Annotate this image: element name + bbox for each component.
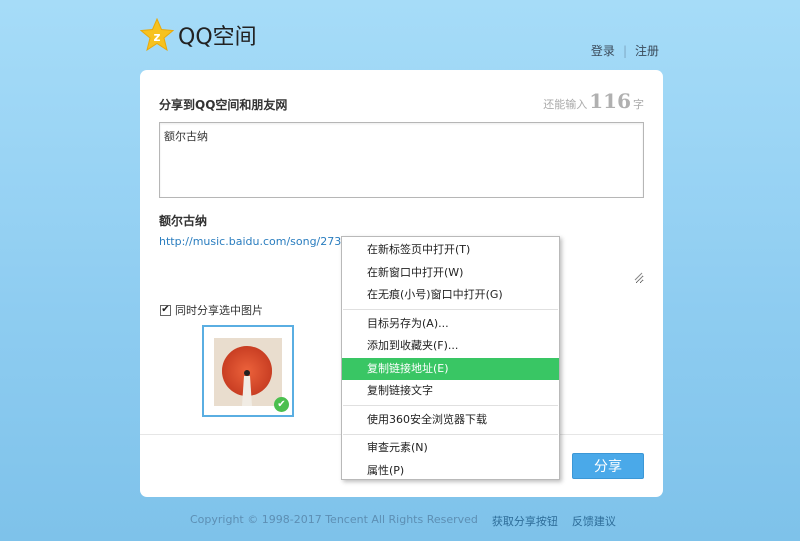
menu-save-target-as[interactable]: 目标另存为(A)... xyxy=(342,313,559,336)
menu-inspect-element[interactable]: 审查元素(N) xyxy=(342,437,559,460)
logo: z QQ空间 xyxy=(140,18,257,52)
copyright-text: Copyright © 1998-2017 Tencent All Rights… xyxy=(190,513,478,526)
album-art-icon xyxy=(214,338,282,406)
share-button[interactable]: 分享 xyxy=(572,453,644,479)
menu-open-incognito[interactable]: 在无痕(小号)窗口中打开(G) xyxy=(342,284,559,307)
logo-text: QQ空间 xyxy=(178,25,257,50)
counter-suffix: 字 xyxy=(633,98,644,111)
share-title: 分享到QQ空间和朋友网 xyxy=(159,98,288,112)
char-counter: 还能输入 116 字 xyxy=(543,89,644,113)
login-link[interactable]: 登录 xyxy=(591,42,615,59)
counter-value: 116 xyxy=(589,89,631,113)
song-title: 额尔古纳 xyxy=(159,214,208,228)
menu-separator xyxy=(343,405,558,406)
share-image-option[interactable]: ✔ 同时分享选中图片 xyxy=(160,302,263,318)
menu-download-360[interactable]: 使用360安全浏览器下载 xyxy=(342,409,559,432)
star-logo-icon: z xyxy=(140,18,174,52)
counter-prefix: 还能输入 xyxy=(543,98,588,111)
top-nav: 登录 | 注册 xyxy=(591,42,659,59)
resize-grip-icon[interactable] xyxy=(634,272,643,281)
share-text-input[interactable]: 额尔古纳 xyxy=(159,122,644,198)
share-image-label: 同时分享选中图片 xyxy=(175,304,263,317)
selected-image-thumbnail[interactable]: ✔ xyxy=(202,325,294,417)
album-art-image xyxy=(214,338,282,406)
selected-check-icon: ✔ xyxy=(274,397,289,412)
menu-open-new-window[interactable]: 在新窗口中打开(W) xyxy=(342,262,559,285)
menu-copy-link-text[interactable]: 复制链接文字 xyxy=(342,380,559,403)
menu-open-new-tab[interactable]: 在新标签页中打开(T) xyxy=(342,239,559,262)
share-image-checkbox[interactable]: ✔ xyxy=(160,304,171,316)
context-menu: 在新标签页中打开(T) 在新窗口中打开(W) 在无痕(小号)窗口中打开(G) 目… xyxy=(341,236,560,480)
menu-properties[interactable]: 属性(P) xyxy=(342,460,559,483)
feedback-link[interactable]: 反馈建议 xyxy=(572,513,616,529)
footer: Copyright © 1998-2017 Tencent All Rights… xyxy=(190,513,616,529)
svg-text:z: z xyxy=(154,30,161,44)
nav-separator: | xyxy=(622,43,627,58)
menu-separator xyxy=(343,309,558,310)
menu-add-to-favorites[interactable]: 添加到收藏夹(F)... xyxy=(342,335,559,358)
menu-separator xyxy=(343,433,558,435)
menu-copy-link-address[interactable]: 复制链接地址(E) xyxy=(342,357,559,380)
register-link[interactable]: 注册 xyxy=(635,42,659,59)
get-share-button-link[interactable]: 获取分享按钮 xyxy=(492,513,558,529)
